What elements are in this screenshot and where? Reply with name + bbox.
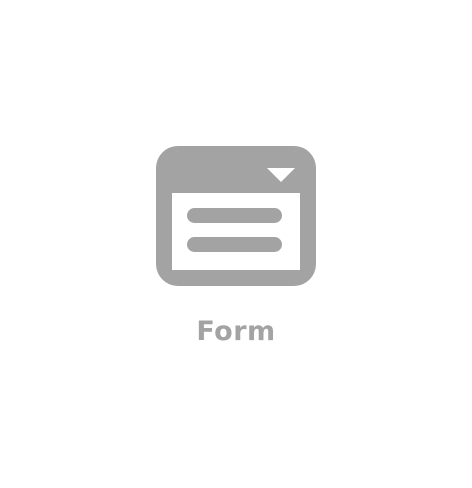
content-line-2 [187,237,282,252]
widget-label: Form [196,316,276,347]
form-window-icon [156,146,316,286]
content-line-1 [187,208,282,223]
form-widget[interactable]: Form [0,0,472,488]
